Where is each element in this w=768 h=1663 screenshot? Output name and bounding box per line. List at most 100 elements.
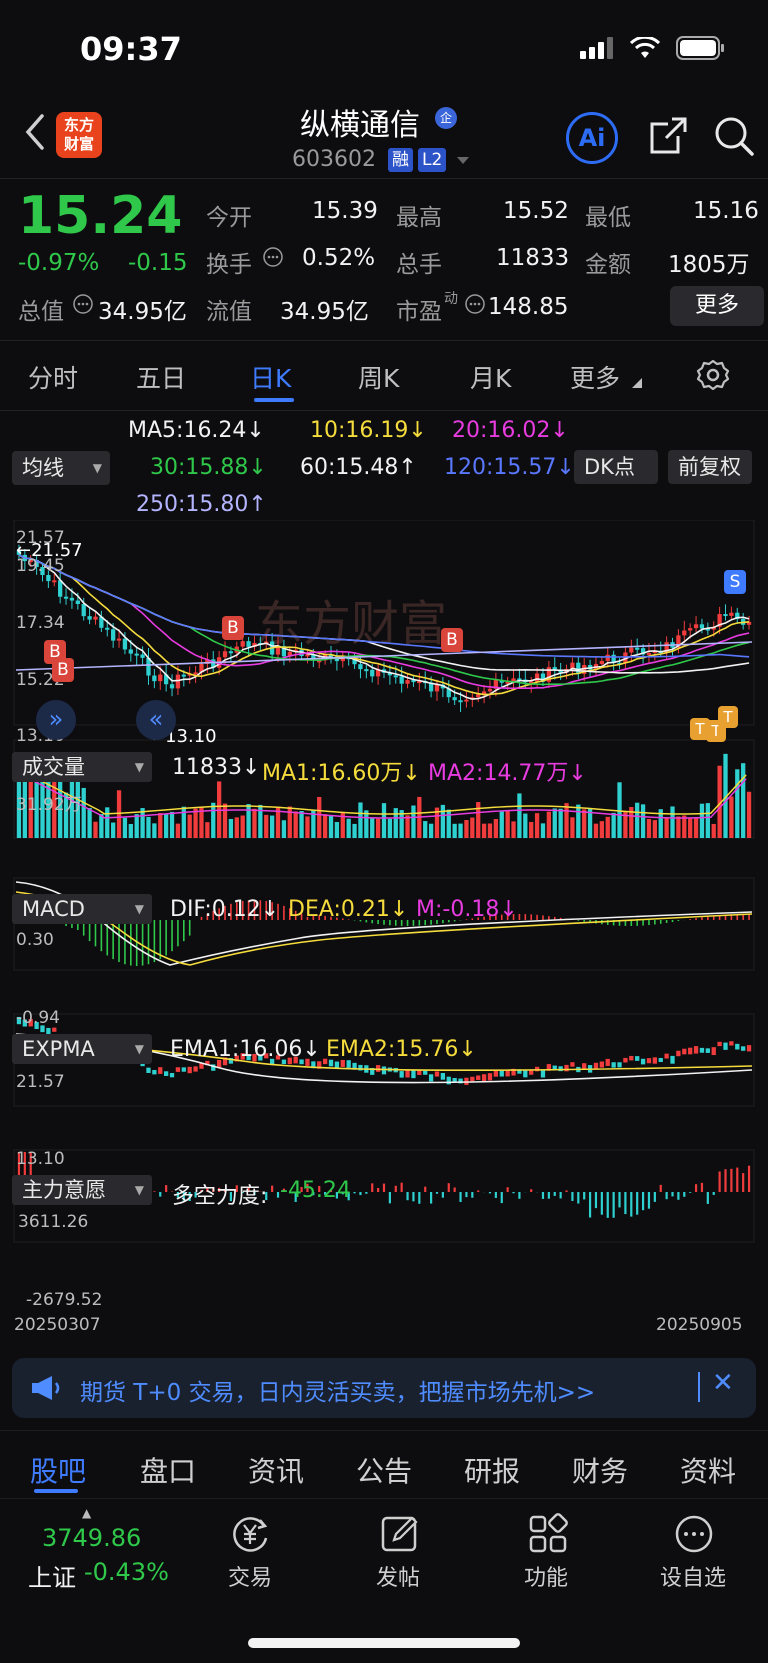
kline-chart[interactable]: 东方财富 — [0, 520, 768, 1340]
volume-bar — [693, 817, 699, 838]
expma-candle — [499, 1070, 504, 1077]
watchlist-label[interactable]: 设自选 — [660, 1560, 726, 1592]
buy-signal[interactable]: B — [52, 658, 74, 682]
change-amount: -0.15 — [128, 250, 188, 276]
expma-candle — [658, 1057, 663, 1062]
tab-monthly-k[interactable]: 月K — [470, 359, 511, 395]
expma-candle — [705, 1048, 710, 1053]
candle-body — [87, 616, 92, 620]
candle-body — [193, 672, 198, 675]
info-dots-icon[interactable] — [72, 293, 94, 315]
main-force-indicator-selector[interactable]: 主力意愿 ▼ — [12, 1175, 152, 1205]
macd-dea: DEA:0.21↓ — [288, 897, 409, 922]
dropdown-arrow-icon: ▼ — [134, 1042, 144, 1056]
dk-point-button[interactable]: DK点 — [574, 450, 658, 484]
volume-bar — [735, 769, 740, 838]
tab-announcements[interactable]: 公告 — [356, 1450, 412, 1490]
volume-bar — [381, 803, 387, 838]
candle-body — [169, 684, 175, 689]
app-logo[interactable]: 东方 财富 — [56, 112, 102, 158]
current-price: 15.24 — [18, 186, 183, 246]
volume-bar — [646, 818, 652, 838]
macd-indicator-selector[interactable]: MACD ▼ — [12, 894, 152, 924]
active-tab-indicator — [254, 398, 294, 402]
price-axis-3: 17.34 — [16, 613, 65, 633]
dropdown-arrow-icon: ▼ — [134, 760, 144, 774]
edit-post-icon[interactable] — [378, 1512, 422, 1556]
volume-bar — [670, 806, 675, 838]
functions-grid-icon[interactable] — [526, 1512, 570, 1556]
tab-forum[interactable]: 股吧 — [30, 1450, 86, 1490]
tab-intraday[interactable]: 分时 — [28, 359, 78, 395]
index-value[interactable]: 3749.86 — [42, 1524, 141, 1552]
tab-daily-k[interactable]: 日K — [250, 359, 291, 395]
tab-order-book[interactable]: 盘口 — [140, 1450, 196, 1490]
volume-bar — [93, 821, 98, 838]
expma-candle — [670, 1055, 675, 1064]
candle-body — [128, 649, 133, 654]
volume-indicator-selector[interactable]: 成交量 ▼ — [12, 752, 152, 782]
post-label[interactable]: 发帖 — [376, 1560, 420, 1592]
dropdown-arrow-icon[interactable] — [456, 156, 470, 166]
info-dots-icon[interactable] — [464, 293, 486, 315]
volume-bar — [87, 807, 92, 838]
ai-assistant-button[interactable]: Ai — [566, 112, 618, 164]
adjustment-button[interactable]: 前复权 — [668, 450, 752, 484]
tab-more-periods[interactable]: 更多 — [570, 359, 620, 395]
trade-yen-icon[interactable] — [228, 1512, 272, 1556]
expma-candle — [440, 1073, 446, 1080]
expand-left-icon[interactable]: » — [36, 700, 76, 740]
tab-financials[interactable]: 财务 — [572, 1450, 628, 1490]
close-icon[interactable]: ✕ — [712, 1368, 734, 1398]
candle-body — [487, 688, 493, 692]
volume-bar — [564, 803, 569, 838]
sell-signal[interactable]: S — [724, 570, 746, 594]
volume-bar — [328, 815, 334, 838]
volume-bar — [193, 808, 198, 838]
volume-bar — [134, 814, 139, 838]
volume-label: 总手 — [396, 252, 442, 278]
t-signal[interactable]: T — [718, 706, 738, 728]
expma-indicator-label: EXPMA — [22, 1037, 95, 1061]
turnover-label: 换手 — [206, 252, 252, 278]
volume-bar — [122, 817, 128, 838]
volume-bar — [599, 821, 604, 838]
volume-bar — [593, 823, 599, 838]
expma-candle — [646, 1058, 652, 1064]
tab-research[interactable]: 研报 — [464, 1450, 520, 1490]
add-watchlist-icon[interactable] — [672, 1512, 716, 1556]
trade-label[interactable]: 交易 — [228, 1560, 272, 1592]
volume-bar — [635, 802, 640, 838]
zoom-out-icon[interactable]: « — [136, 700, 176, 740]
candle-body — [452, 697, 457, 701]
index-change[interactable]: -0.43% — [84, 1558, 169, 1586]
info-dots-icon[interactable] — [262, 246, 284, 268]
functions-label[interactable]: 功能 — [524, 1560, 568, 1592]
expma-indicator-selector[interactable]: EXPMA ▼ — [12, 1034, 152, 1064]
settings-icon[interactable] — [696, 358, 730, 392]
ma10-value: 10:16.19↓ — [310, 418, 427, 443]
signal-icon — [580, 37, 613, 59]
buy-signal[interactable]: B — [222, 616, 244, 640]
volume-bar — [317, 796, 322, 838]
index-name[interactable]: 上证 — [28, 1558, 76, 1593]
ma250-value: 250:15.80↑ — [136, 492, 267, 517]
back-button[interactable] — [20, 112, 50, 152]
tab-weekly-k[interactable]: 周K — [358, 359, 399, 395]
tab-profile[interactable]: 资料 — [680, 1450, 736, 1490]
ma-selector-label: 均线 — [22, 456, 64, 480]
candle-body — [693, 624, 699, 629]
candle-body — [175, 674, 181, 689]
promo-banner-text[interactable]: 期货 T+0 交易，日内灵活买卖，把握市场先机>> — [80, 1373, 595, 1407]
share-button[interactable] — [648, 114, 688, 158]
tab-news[interactable]: 资讯 — [248, 1450, 304, 1490]
search-button[interactable] — [712, 114, 756, 158]
expma-candle — [652, 1057, 657, 1064]
buy-signal[interactable]: B — [441, 628, 463, 652]
ma-selector[interactable]: 均线 ▼ — [12, 451, 110, 485]
volume-bar — [570, 817, 575, 838]
volume-bar — [746, 791, 752, 838]
more-quote-button[interactable]: 更多 — [670, 286, 764, 326]
expma-candle — [635, 1056, 640, 1061]
tab-five-day[interactable]: 五日 — [136, 359, 186, 395]
